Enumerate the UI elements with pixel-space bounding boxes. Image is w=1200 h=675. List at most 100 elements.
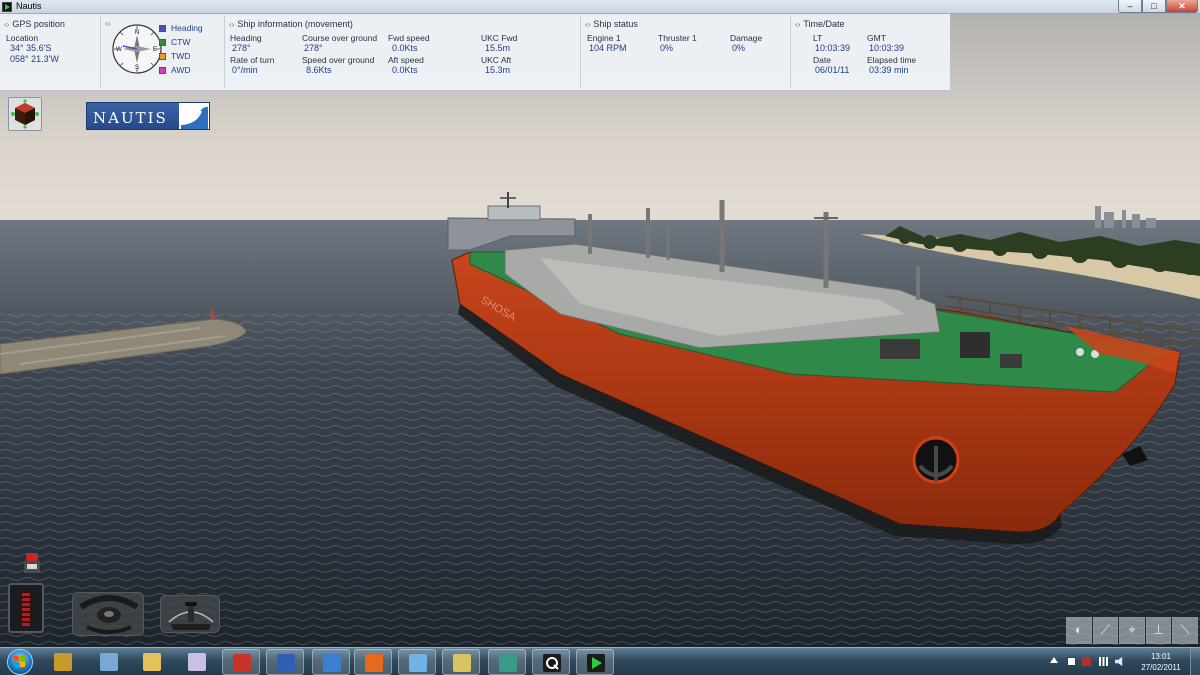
lt-value: 10:03:39 bbox=[815, 43, 851, 53]
taskbar-calculator[interactable] bbox=[90, 649, 128, 675]
location-label: Location bbox=[6, 33, 39, 43]
engine-telegraph-lever[interactable] bbox=[8, 583, 44, 633]
nautis-window: SHOSA Nautis – □ ✕ ‹› GPS position Locati… bbox=[0, 0, 1200, 675]
window-title: Nautis bbox=[16, 1, 42, 11]
acrobat-icon bbox=[233, 654, 251, 672]
ship-info-bar: ‹› GPS position Location 34° 35.6'S 058° … bbox=[0, 14, 950, 91]
clock-date: 27/02/2011 bbox=[1141, 663, 1181, 672]
compass-rose-icon: N E S W bbox=[112, 24, 162, 74]
thunderbird-icon bbox=[323, 654, 341, 672]
taskbar-paint[interactable] bbox=[178, 649, 216, 675]
thruster-value: 0% bbox=[660, 43, 674, 53]
heading-label: Heading bbox=[230, 33, 262, 43]
tool-button[interactable]: ⟍ bbox=[1172, 617, 1198, 644]
show-hidden-icons-icon[interactable] bbox=[1050, 657, 1058, 663]
fwd-speed-value: 0.0Kts bbox=[392, 43, 418, 53]
taskbar-start-app-1[interactable] bbox=[44, 649, 82, 675]
security-icon[interactable] bbox=[1082, 657, 1091, 666]
ukc-fwd-value: 15.5m bbox=[485, 43, 511, 53]
latitude-value: 34° 35.6'S bbox=[10, 43, 52, 53]
legend-swatch bbox=[159, 25, 166, 32]
time-date-panel-header[interactable]: ‹› Time/Date bbox=[795, 19, 845, 29]
rot-value: 0°/min bbox=[232, 65, 258, 75]
firefox-icon bbox=[365, 654, 383, 672]
taskbar-word[interactable] bbox=[266, 649, 304, 675]
notes-icon bbox=[409, 654, 427, 672]
lt-label: LT bbox=[813, 33, 823, 43]
collapse-arrows-icon[interactable]: ‹› bbox=[4, 20, 9, 29]
connect-icon bbox=[453, 654, 471, 672]
color-wheel-icon: ◐ bbox=[1074, 622, 1083, 637]
taskbar-clock[interactable]: 13:01 27/02/2011 bbox=[1136, 651, 1186, 673]
taskbar-g-app[interactable] bbox=[488, 649, 526, 675]
clock-time: 13:01 bbox=[1150, 652, 1172, 661]
ship-status-panel: ‹› Ship status Engine 1 104 RPM Thruster … bbox=[581, 16, 791, 88]
g-app-icon bbox=[499, 654, 517, 672]
action-center-flag-icon[interactable] bbox=[1067, 657, 1076, 666]
compass-n: N bbox=[135, 30, 139, 36]
taskbar-acrobat[interactable] bbox=[222, 649, 260, 675]
windows-flag-icon bbox=[14, 656, 26, 668]
thruster-label: Thruster 1 bbox=[658, 33, 697, 43]
steering-wheel-control[interactable] bbox=[72, 592, 144, 636]
sog-label: Speed over ground bbox=[302, 55, 375, 65]
system-tray bbox=[1045, 648, 1145, 675]
damage-label: Damage bbox=[730, 33, 763, 43]
damage-value: 0% bbox=[732, 43, 746, 53]
paint-icon bbox=[188, 653, 206, 671]
volume-icon[interactable] bbox=[1115, 657, 1123, 666]
taskbar-thunderbird[interactable] bbox=[312, 649, 350, 675]
alarm-beacon-icon[interactable] bbox=[22, 553, 42, 577]
maximize-button[interactable]: □ bbox=[1142, 0, 1166, 13]
overlay-toggle-button[interactable]: ◐ bbox=[1066, 617, 1092, 644]
camera-icon: ⌖ bbox=[1128, 622, 1136, 637]
collapse-arrows-icon[interactable]: ‹› bbox=[105, 19, 110, 28]
collapse-arrows-icon[interactable]: ‹› bbox=[795, 20, 800, 29]
close-button[interactable]: ✕ bbox=[1166, 0, 1198, 13]
fwd-speed-label: Fwd speed bbox=[388, 33, 430, 43]
logo-text: NAUTIS bbox=[93, 109, 168, 127]
sog-value: 8.6Kts bbox=[306, 65, 332, 75]
camera-button[interactable]: ⌖ bbox=[1119, 617, 1145, 644]
longitude-value: 058° 21.3'W bbox=[10, 54, 59, 64]
breakwater-light bbox=[211, 310, 214, 320]
nautis-icon bbox=[587, 654, 605, 672]
show-desktop-button[interactable] bbox=[1190, 648, 1200, 675]
minimize-button[interactable]: – bbox=[1118, 0, 1142, 13]
collapse-arrows-icon[interactable]: ‹› bbox=[229, 20, 234, 29]
start-button[interactable] bbox=[3, 648, 37, 675]
collapse-arrows-icon[interactable]: ‹› bbox=[585, 20, 590, 29]
ruler-icon: ⟋ bbox=[1100, 622, 1110, 637]
cog-label: Course over ground bbox=[302, 33, 378, 43]
taskbar-q-app[interactable] bbox=[532, 649, 570, 675]
elapsed-value: 03:39 min bbox=[869, 65, 909, 75]
compass-s: S bbox=[135, 65, 139, 71]
view-cube-button[interactable] bbox=[8, 97, 42, 131]
measure-tool-button[interactable]: ⟋ bbox=[1092, 617, 1119, 644]
gps-panel-header[interactable]: ‹› GPS position bbox=[4, 19, 65, 29]
legend-swatch bbox=[159, 67, 166, 74]
window-titlebar: Nautis – □ ✕ bbox=[0, 0, 1200, 14]
taskbar-connect[interactable] bbox=[442, 649, 480, 675]
gps-panel: ‹› GPS position Location 34° 35.6'S 058° … bbox=[0, 16, 101, 88]
taskbar-notes[interactable] bbox=[398, 649, 436, 675]
taskbar-nautis[interactable] bbox=[576, 649, 614, 675]
legend-awd: AWD bbox=[159, 65, 191, 75]
taskbar-explorer[interactable] bbox=[133, 649, 171, 675]
nautis-logo: NAUTIS bbox=[86, 102, 210, 130]
aft-speed-value: 0.0Kts bbox=[392, 65, 418, 75]
taskbar-firefox[interactable] bbox=[354, 649, 392, 675]
pin-button[interactable]: ⊥ bbox=[1145, 617, 1172, 644]
time-date-panel: ‹› Time/Date LT 10:03:39 GMT 10:03:39 Dat… bbox=[791, 16, 949, 88]
date-label: Date bbox=[813, 55, 831, 65]
telegraph-slot bbox=[21, 591, 31, 626]
explorer-icon bbox=[143, 653, 161, 671]
thruster-control[interactable] bbox=[160, 595, 220, 633]
ship-status-panel-header[interactable]: ‹› Ship status bbox=[585, 19, 638, 29]
movement-panel-header[interactable]: ‹› Ship information (movement) bbox=[229, 19, 353, 29]
gmt-label: GMT bbox=[867, 33, 886, 43]
date-value: 06/01/11 bbox=[815, 65, 850, 75]
nautis-app-icon bbox=[2, 2, 12, 12]
compass-e: E bbox=[153, 47, 157, 53]
network-icon[interactable] bbox=[1099, 657, 1108, 666]
